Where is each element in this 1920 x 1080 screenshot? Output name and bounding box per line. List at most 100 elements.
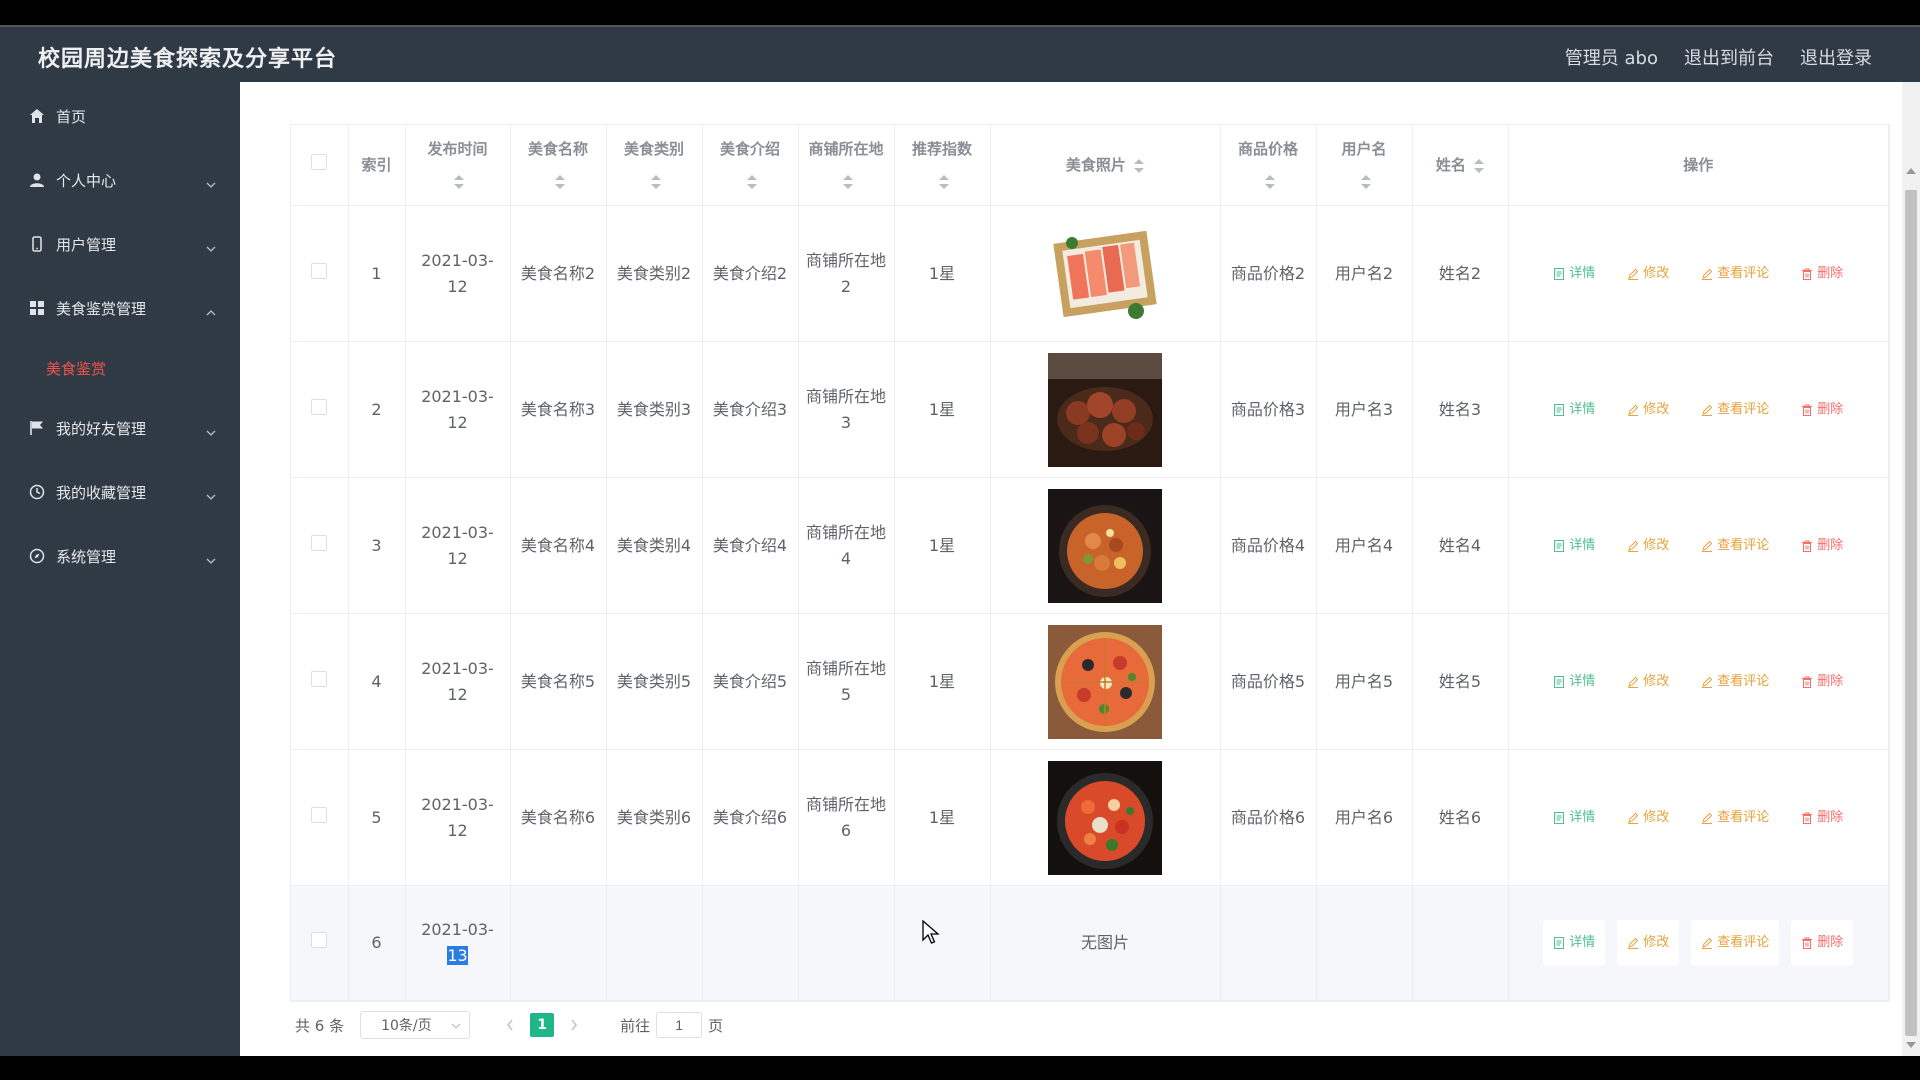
sidebar-item-home[interactable]: 首页: [0, 84, 240, 148]
sort-icon[interactable]: [1134, 158, 1145, 173]
food-photo-sushi[interactable]: [1048, 216, 1162, 331]
cell-username: 用户名5: [1316, 613, 1413, 750]
delete-button[interactable]: 删除: [1791, 387, 1853, 433]
edit-icon: [1628, 404, 1639, 416]
row-checkbox[interactable]: [311, 534, 328, 551]
header-name[interactable]: 美食名称: [510, 125, 607, 206]
delete-button[interactable]: 删除: [1791, 795, 1853, 841]
view-comments-button[interactable]: 查看评论: [1691, 523, 1779, 569]
page-number-1[interactable]: 1: [530, 1013, 555, 1037]
select-all-checkbox[interactable]: [311, 154, 328, 170]
cell-actions: 详情 修改 查看评论 删除: [1508, 477, 1889, 614]
detail-button[interactable]: 详情: [1543, 659, 1605, 705]
edit-label: 修改: [1643, 401, 1670, 417]
view-comments-button[interactable]: 查看评论: [1691, 387, 1779, 433]
sidebar-item-friends[interactable]: 我的好友管理: [0, 396, 240, 460]
vertical-scrollbar[interactable]: [1902, 82, 1920, 1056]
sidebar-subitem-food-review[interactable]: 美食鉴赏: [0, 340, 240, 396]
view-comments-button[interactable]: 查看评论: [1691, 795, 1779, 841]
row-checkbox-cell[interactable]: [291, 613, 349, 750]
food-photo-grilled[interactable]: [1048, 352, 1162, 467]
view-comments-button[interactable]: 查看评论: [1691, 659, 1779, 705]
sidebar-item-system[interactable]: 系统管理: [0, 524, 240, 588]
exit-to-front-link[interactable]: 退出到前台: [1684, 44, 1774, 70]
header-time[interactable]: 发布时间: [405, 125, 511, 206]
row-checkbox[interactable]: [311, 806, 328, 823]
header-price[interactable]: 商品价格: [1220, 125, 1317, 206]
header-category[interactable]: 美食类别: [606, 125, 703, 206]
edit-button[interactable]: 修改: [1617, 920, 1680, 966]
sort-icon[interactable]: [842, 174, 853, 189]
cell-index: 1: [348, 205, 406, 342]
sidebar-item-food-review[interactable]: 美食鉴赏管理: [0, 276, 240, 340]
sort-icon[interactable]: [650, 174, 661, 189]
header-rating[interactable]: 推荐指数: [894, 125, 991, 206]
page-jump-input[interactable]: [656, 1012, 703, 1038]
row-checkbox-cell[interactable]: [291, 477, 349, 614]
logout-link[interactable]: 退出登录: [1800, 44, 1872, 70]
prev-page-button[interactable]: [498, 1013, 522, 1037]
scroll-down-icon[interactable]: [1906, 1042, 1916, 1048]
sort-icon[interactable]: [454, 174, 464, 189]
page-size-select[interactable]: 10条/页: [360, 1011, 471, 1039]
delete-button[interactable]: 删除: [1791, 251, 1853, 297]
header-label: 推荐指数: [911, 140, 972, 158]
edit-button[interactable]: 修改: [1617, 795, 1679, 841]
delete-button[interactable]: 删除: [1791, 659, 1853, 705]
chevron-down-icon: [206, 238, 216, 256]
detail-button[interactable]: 详情: [1543, 387, 1605, 433]
detail-button[interactable]: 详情: [1543, 920, 1606, 966]
edit-button[interactable]: 修改: [1617, 251, 1679, 297]
sort-icon[interactable]: [746, 174, 757, 189]
edit-button[interactable]: 修改: [1617, 523, 1679, 569]
scrollbar-thumb[interactable]: [1905, 190, 1917, 1036]
sidebar-item-favorites[interactable]: 我的收藏管理: [0, 460, 240, 524]
admin-user[interactable]: 管理员 abo: [1565, 44, 1658, 70]
edit-label: 修改: [1643, 265, 1670, 281]
food-photo-stew[interactable]: [1048, 760, 1162, 875]
sidebar-item-personal[interactable]: 个人中心: [0, 148, 240, 212]
row-checkbox-cell[interactable]: [291, 885, 349, 1001]
view-comments-button[interactable]: 查看评论: [1691, 251, 1779, 297]
food-photo-pizza[interactable]: [1048, 624, 1162, 739]
cell-actions: 详情 修改 查看评论 删除: [1508, 885, 1889, 1001]
row-checkbox[interactable]: [311, 262, 328, 279]
sort-icon[interactable]: [1474, 158, 1485, 173]
header-checkbox-cell[interactable]: [291, 125, 349, 206]
header-actions: 操作: [1508, 125, 1889, 206]
row-checkbox[interactable]: [311, 932, 328, 948]
table-row: 6 2021-03-13 无图片 详情 修改 查看评论 删除: [291, 885, 1889, 1001]
sort-icon[interactable]: [554, 174, 565, 189]
row-checkbox-cell[interactable]: [291, 341, 349, 478]
header-username[interactable]: 用户名: [1316, 125, 1413, 206]
comments-label: 查看评论: [1717, 809, 1770, 825]
view-comments-button[interactable]: 查看评论: [1691, 920, 1780, 966]
detail-button[interactable]: 详情: [1543, 251, 1605, 297]
header-photo[interactable]: 美食照片: [990, 125, 1221, 206]
delete-button[interactable]: 删除: [1791, 523, 1853, 569]
edit-button[interactable]: 修改: [1617, 387, 1679, 433]
detail-button[interactable]: 详情: [1543, 795, 1605, 841]
scroll-up-icon[interactable]: [1906, 168, 1916, 174]
header-intro[interactable]: 美食介绍: [702, 125, 799, 206]
document-icon: [1554, 539, 1565, 552]
edit-button[interactable]: 修改: [1617, 659, 1679, 705]
row-checkbox[interactable]: [311, 670, 328, 687]
header-label: 姓名: [1435, 156, 1466, 174]
delete-button[interactable]: 删除: [1791, 920, 1854, 966]
chevron-down-icon: [451, 1017, 461, 1033]
sort-icon[interactable]: [938, 174, 949, 189]
header-realname[interactable]: 姓名: [1412, 125, 1509, 206]
row-checkbox-cell[interactable]: [291, 749, 349, 886]
row-checkbox[interactable]: [311, 398, 328, 415]
sort-icon[interactable]: [1360, 174, 1371, 189]
detail-button[interactable]: 详情: [1543, 523, 1605, 569]
sort-icon[interactable]: [1264, 174, 1275, 189]
food-photo-paella[interactable]: [1048, 488, 1162, 603]
edit-label: 修改: [1643, 935, 1670, 950]
row-checkbox-cell[interactable]: [291, 205, 349, 342]
header-location[interactable]: 商铺所在地: [798, 125, 895, 206]
sidebar-item-users[interactable]: 用户管理: [0, 212, 240, 276]
next-page-button[interactable]: [562, 1013, 586, 1037]
cell-price: 商品价格3: [1220, 341, 1317, 478]
